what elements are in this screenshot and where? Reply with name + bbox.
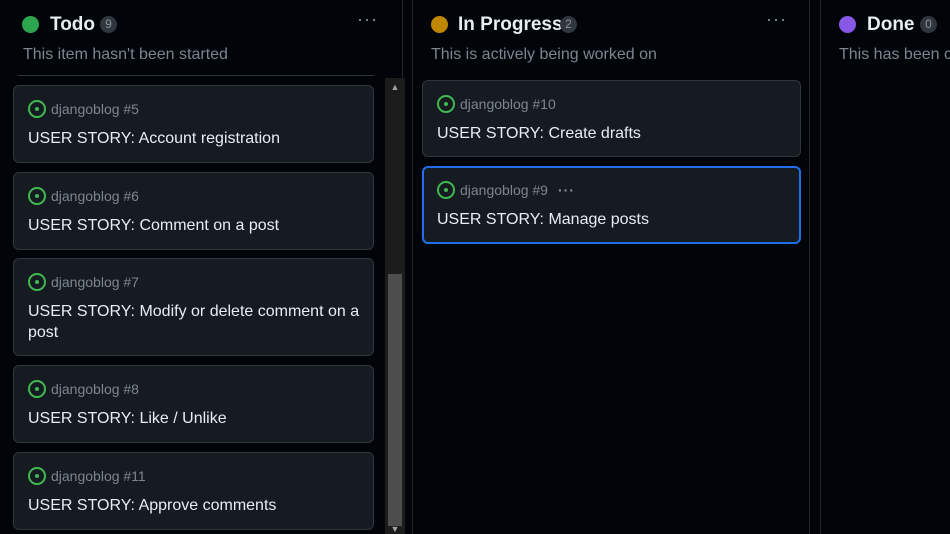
issue-card-selected[interactable]: djangoblog #9 ··· USER STORY: Manage pos… bbox=[422, 166, 801, 244]
status-dot-icon bbox=[839, 16, 856, 33]
issue-card[interactable]: djangoblog #7 USER STORY: Modify or dele… bbox=[13, 258, 374, 356]
card-title[interactable]: USER STORY: Comment on a post bbox=[28, 215, 361, 236]
column-description: This is actively being worked on bbox=[431, 46, 657, 63]
column-header: Done 0 This has been co bbox=[821, 0, 950, 76]
column-done: Done 0 This has been co bbox=[820, 0, 950, 534]
column-menu-button[interactable]: ··· bbox=[357, 10, 378, 28]
status-dot-icon bbox=[22, 16, 39, 33]
column-description: This item hasn't been started bbox=[23, 46, 228, 63]
card-repo-link[interactable]: djangoblog #9 bbox=[460, 182, 548, 198]
column-title: Done bbox=[867, 14, 915, 35]
card-title[interactable]: USER STORY: Modify or delete comment on … bbox=[28, 301, 361, 343]
card-repo-link[interactable]: djangoblog #11 bbox=[51, 468, 146, 484]
issue-opened-icon bbox=[28, 187, 46, 205]
card-repo-link[interactable]: djangoblog #5 bbox=[51, 101, 139, 117]
card-repo-link[interactable]: djangoblog #7 bbox=[51, 274, 139, 290]
card-meta: djangoblog #10 bbox=[437, 95, 556, 113]
card-meta: djangoblog #9 ··· bbox=[437, 181, 575, 199]
card-title[interactable]: USER STORY: Like / Unlike bbox=[28, 408, 361, 429]
count-badge: 2 bbox=[560, 16, 577, 33]
issue-card[interactable]: djangoblog #8 USER STORY: Like / Unlike bbox=[13, 365, 374, 443]
issue-opened-icon bbox=[437, 95, 455, 113]
column-title: Todo bbox=[50, 14, 96, 35]
issue-card[interactable]: djangoblog #5 USER STORY: Account regist… bbox=[13, 85, 374, 163]
column-menu-button[interactable]: ··· bbox=[766, 10, 787, 28]
scroll-thumb[interactable] bbox=[388, 274, 402, 526]
issue-opened-icon bbox=[28, 380, 46, 398]
issue-card[interactable]: djangoblog #6 USER STORY: Comment on a p… bbox=[13, 172, 374, 250]
issue-opened-icon bbox=[437, 181, 455, 199]
issue-opened-icon bbox=[28, 273, 46, 291]
card-meta: djangoblog #7 bbox=[28, 273, 139, 291]
card-meta: djangoblog #8 bbox=[28, 380, 139, 398]
card-menu-button[interactable]: ··· bbox=[558, 182, 575, 198]
column-description: This has been co bbox=[839, 46, 950, 63]
card-repo-link[interactable]: djangoblog #6 bbox=[51, 188, 139, 204]
issue-opened-icon bbox=[28, 467, 46, 485]
card-title[interactable]: USER STORY: Create drafts bbox=[437, 123, 788, 144]
scroll-up-arrow-icon[interactable]: ▲ bbox=[385, 78, 405, 96]
scrollbar[interactable]: ▲ ▼ bbox=[385, 78, 405, 534]
column-title: In Progress bbox=[458, 14, 563, 35]
issue-card[interactable]: djangoblog #11 USER STORY: Approve comme… bbox=[13, 452, 374, 530]
card-title[interactable]: USER STORY: Approve comments bbox=[28, 495, 361, 516]
card-meta: djangoblog #5 bbox=[28, 100, 139, 118]
card-meta: djangoblog #6 bbox=[28, 187, 139, 205]
column-header: Todo 9 This item hasn't been started ··· bbox=[4, 0, 402, 76]
card-repo-link[interactable]: djangoblog #8 bbox=[51, 381, 139, 397]
issue-opened-icon bbox=[28, 100, 46, 118]
card-title[interactable]: USER STORY: Account registration bbox=[28, 128, 361, 149]
issue-card[interactable]: djangoblog #10 USER STORY: Create drafts bbox=[422, 80, 801, 157]
card-title[interactable]: USER STORY: Manage posts bbox=[437, 209, 787, 230]
count-badge: 9 bbox=[100, 16, 117, 33]
count-badge: 0 bbox=[920, 16, 937, 33]
card-repo-link[interactable]: djangoblog #10 bbox=[460, 96, 556, 112]
header-divider bbox=[18, 75, 374, 76]
card-meta: djangoblog #11 bbox=[28, 467, 146, 485]
column-in-progress: In Progress 2 This is actively being wor… bbox=[412, 0, 810, 534]
column-todo: Todo 9 This item hasn't been started ···… bbox=[4, 0, 405, 534]
scroll-down-arrow-icon[interactable]: ▼ bbox=[385, 524, 405, 534]
status-dot-icon bbox=[431, 16, 448, 33]
column-header: In Progress 2 This is actively being wor… bbox=[413, 0, 809, 76]
